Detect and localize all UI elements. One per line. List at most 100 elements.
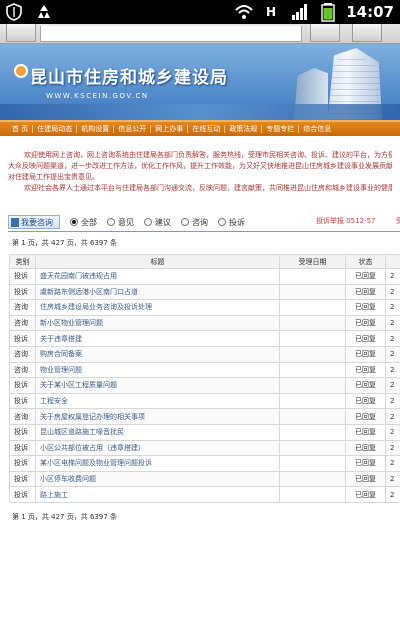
row-date [279,345,346,363]
site-url: WWW.KSCEIN.GOV.CN [46,92,149,100]
row-date [279,377,346,394]
pager-top: 第 1 页，共 427 页，共 6397 条 [12,239,117,247]
row-category: 咨询 [9,408,36,425]
table-row[interactable]: 咨询 住房城乡建设局业务咨询及投诉处理 已回复 2 [9,299,400,316]
row-extra: 2 [385,486,400,503]
table-row[interactable]: 咨询 物业管理问题 已回复 2 [9,361,400,379]
radio-icon[interactable] [218,218,226,226]
table-row[interactable]: 咨询 关于房屋权属登记办理的相关事项 已回复 2 [9,408,400,425]
row-title-link[interactable]: 小区停车收费问题 [35,470,280,488]
intro-line: 对住建局工作提出宝贵意见。 [8,173,99,181]
signal-icon [292,4,308,20]
col-header-title: 标题 [35,254,280,269]
row-date [279,455,346,472]
divider [8,231,400,232]
filter-opinion[interactable]: 意见 [107,217,134,228]
row-extra: 2 [385,470,400,488]
row-title-link[interactable]: 昆山城区道路施工噪音扰民 [35,423,280,441]
table-row[interactable]: 投诉 关于违章搭建 已回复 2 [9,330,400,347]
row-extra: 2 [385,377,400,394]
row-status: 已回复 [345,486,386,503]
back-button[interactable] [6,24,36,42]
row-status: 已回复 [345,470,386,488]
table-row[interactable]: 投诉 工程安全 已回复 2 [9,392,400,410]
nav-item-policy[interactable]: 政策法规 [225,124,261,134]
radio-icon[interactable] [107,218,115,226]
site-title: 昆山市住房和城乡建设局 [30,68,228,88]
row-category: 咨询 [9,345,36,363]
filter-all[interactable]: 全部 [70,217,97,228]
nav-item-general[interactable]: 综合信息 [299,124,335,134]
table-row[interactable]: 投诉 昆山城区道路施工噪音扰民 已回复 2 [9,423,400,441]
row-title-link[interactable]: 某小区电梯问题及物业管理问题投诉 [35,455,280,472]
nav-item-news[interactable]: 住建局动态 [33,124,76,134]
nav-item-org[interactable]: 机构设置 [77,124,113,134]
filter-suggestion[interactable]: 建议 [144,217,171,228]
row-title-link[interactable]: 路上施工 [35,486,280,503]
row-title-link[interactable]: 盛天花园南门被违规占用 [35,268,280,285]
ask-question-button[interactable]: 我要咨询 [8,215,60,229]
row-title-link[interactable]: 购房合同备案 [35,345,280,363]
row-extra: 2 [385,314,400,332]
table-row[interactable]: 咨询 新小区物业管理问题 已回复 2 [9,314,400,332]
pager-bottom: 第 1 页，共 427 页，共 6397 条 [12,513,117,521]
row-title-link[interactable]: 关于违章搭建 [35,330,280,347]
filter-complaint[interactable]: 投诉 [218,217,245,228]
row-title-link[interactable]: 小区公共部位被占用（违章搭建） [35,439,280,457]
table-row[interactable]: 投诉 路上施工 已回复 2 [9,486,400,503]
filter-consult[interactable]: 咨询 [181,217,208,228]
complaint-hotline-link[interactable]: 投诉举报 0512-57 [316,216,375,226]
row-category: 投诉 [9,486,36,503]
table-row[interactable]: 投诉 盛天花园南门被违规占用 已回复 2 [9,268,400,285]
row-title-link[interactable]: 新小区物业管理问题 [35,314,280,332]
row-category: 投诉 [9,268,36,285]
shield-icon [6,3,22,21]
row-status: 已回复 [345,283,386,301]
url-field[interactable] [40,26,302,42]
table-row[interactable]: 咨询 购房合同备案 已回复 2 [9,345,400,363]
radio-icon[interactable] [181,218,189,226]
radio-icon[interactable] [144,218,152,226]
row-title-link[interactable]: 工程安全 [35,392,280,410]
nav-item-special[interactable]: 专题专栏 [262,124,298,134]
table-row[interactable]: 投诉 小区停车收费问题 已回复 2 [9,470,400,488]
row-category: 咨询 [9,299,36,316]
nav-item-services[interactable]: 网上办事 [151,124,187,134]
row-date [279,299,346,316]
row-category: 投诉 [9,377,36,394]
row-title-link[interactable]: 关于房屋权属登记办理的相关事项 [35,408,280,425]
row-status: 已回复 [345,377,386,394]
table-row[interactable]: 投诉 关于某小区工程质量问题 已回复 2 [9,377,400,394]
nav-item-home[interactable]: 首 页 [8,124,32,134]
site-banner: 昆山市住房和城乡建设局 WWW.KSCEIN.GOV.CN [0,44,400,120]
row-extra: 2 [385,408,400,425]
filter-row: 我要咨询 全部 意见 建议 咨询 投诉 投诉举报 0512-57 受 [8,214,400,230]
row-category: 咨询 [9,361,36,379]
svg-text:H: H [266,5,276,19]
table-row[interactable]: 投诉 小区公共部位被占用（违章搭建） 已回复 2 [9,439,400,457]
row-title-link[interactable]: 虞新路东侧远港小区南门口占道 [35,283,280,301]
row-extra: 2 [385,439,400,457]
row-date [279,268,346,285]
intro-notice: 欢迎使用网上咨询，网上咨询系统由住建局各部门负责解答，服务热线，受理市民相关咨询… [0,144,400,206]
row-category: 投诉 [9,283,36,301]
recycle-icon [38,5,50,18]
row-category: 投诉 [9,439,36,457]
row-date [279,423,346,441]
status-bar: H 14:07 [0,0,400,24]
row-extra: 2 [385,330,400,347]
radio-icon[interactable] [70,218,78,226]
table-row[interactable]: 投诉 某小区电梯问题及物业管理问题投诉 已回复 2 [9,455,400,472]
nav-item-interaction[interactable]: 在线互动 [188,124,224,134]
table-row[interactable]: 投诉 虞新路东侧远港小区南门口占道 已回复 2 [9,283,400,301]
row-title-link[interactable]: 关于某小区工程质量问题 [35,377,280,394]
bookmark-button[interactable] [310,24,340,42]
row-title-link[interactable]: 物业管理问题 [35,361,280,379]
row-date [279,283,346,301]
row-title-link[interactable]: 住房城乡建设局业务咨询及投诉处理 [35,299,280,316]
menu-button[interactable] [352,24,382,42]
clock: 14:07 [346,3,394,21]
accept-link[interactable]: 受 [396,216,400,226]
row-status: 已回复 [345,408,386,425]
nav-item-info[interactable]: 信息公开 [114,124,150,134]
